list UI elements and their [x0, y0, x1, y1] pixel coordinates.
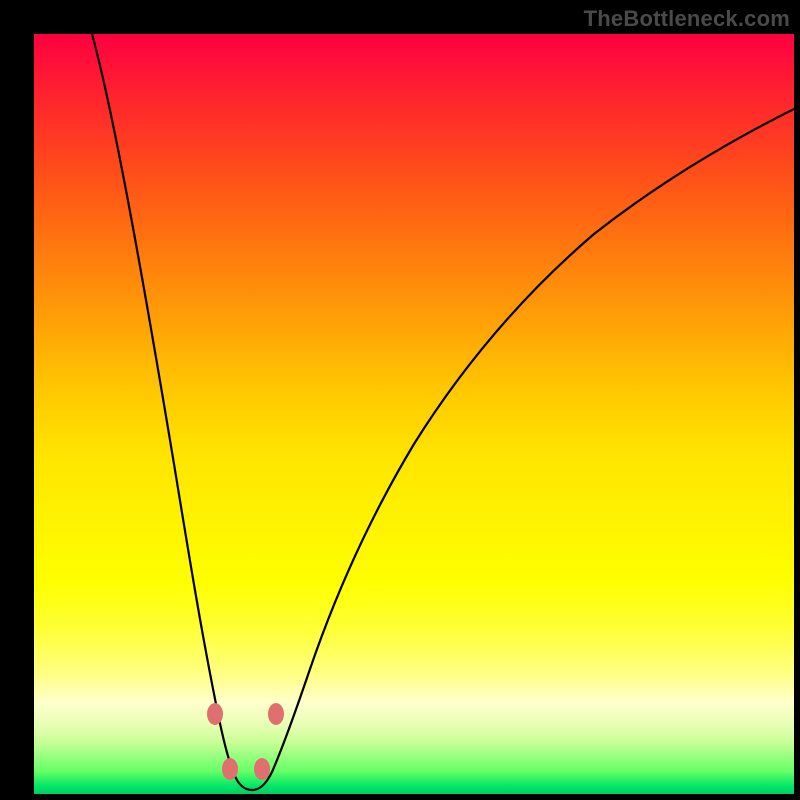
marker-left-upper-icon: [207, 703, 223, 725]
marker-left-lower-icon: [222, 758, 238, 780]
marker-right-upper-icon: [268, 703, 284, 725]
marker-right-lower-icon: [254, 758, 270, 780]
bottleneck-curve: [92, 34, 794, 790]
plot-area: [34, 34, 794, 794]
curve-layer: [34, 34, 794, 794]
watermark-text: TheBottleneck.com: [584, 6, 790, 32]
chart-frame: TheBottleneck.com: [0, 0, 800, 800]
